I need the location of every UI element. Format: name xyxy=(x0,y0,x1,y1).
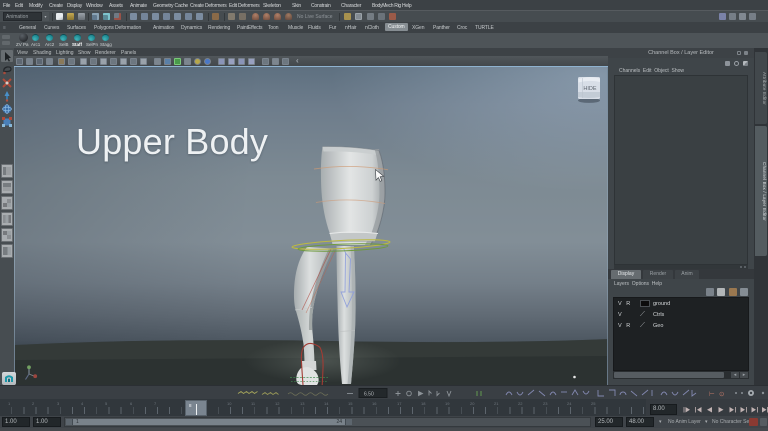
svg-text:6.50: 6.50 xyxy=(364,392,374,398)
svg-text:⊢: ⊢ xyxy=(709,391,715,398)
svg-text:HIDE: HIDE xyxy=(583,86,596,92)
svg-text:⊙: ⊙ xyxy=(719,391,725,398)
